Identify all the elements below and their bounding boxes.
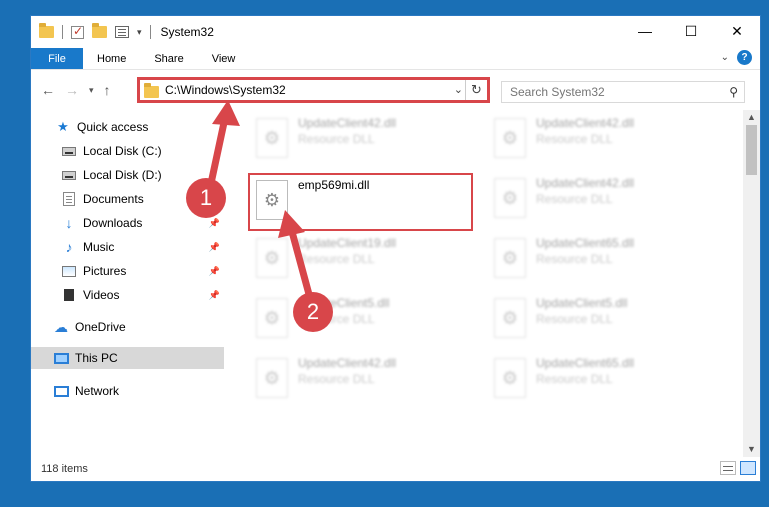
maximize-button[interactable]: ☐ [668, 16, 714, 46]
pc-icon [53, 351, 69, 365]
address-dropdown-icon[interactable]: ⌄ [454, 83, 463, 96]
window-controls: — ☐ ✕ [622, 16, 760, 46]
tab-view[interactable]: View [198, 48, 250, 69]
sidebar-item-music[interactable]: ♪ Music 📌 [61, 236, 224, 258]
list-item[interactable]: ⚙ UpdateClient19.dll Resource DLL [250, 234, 480, 282]
sidebar-item-videos[interactable]: Videos 📌 [61, 284, 224, 306]
window-title: System32 [160, 25, 214, 39]
list-item[interactable]: ⚙ UpdateClient5.dll Resource DLL [250, 294, 480, 342]
dll-file-icon: ⚙ [256, 238, 288, 278]
pin-icon[interactable]: 📌 [209, 290, 220, 301]
address-path[interactable]: C:\Windows\System32 [165, 83, 286, 97]
minimize-button[interactable]: — [622, 16, 668, 46]
list-item[interactable]: ⚙ UpdateClient42.dll Resource DLL [250, 114, 480, 162]
status-bar: 118 items [31, 457, 760, 481]
list-item[interactable]: ⚙ UpdateClient65.dll Resource DLL [488, 234, 718, 282]
divider [149, 25, 151, 39]
recent-locations-icon[interactable]: ▾ [89, 85, 94, 96]
file-list: ⚙ UpdateClient42.dll Resource DLL ⚙ Upda… [224, 110, 760, 457]
folder-icon [39, 23, 54, 38]
dll-file-icon: ⚙ [256, 358, 288, 398]
sidebar-item-this-pc[interactable]: This PC [31, 347, 224, 369]
search-icon[interactable]: ⚲ [729, 85, 738, 99]
list-item[interactable]: ⚙ UpdateClient42.dll Resource DLL [250, 354, 480, 402]
help-icon[interactable]: ? [737, 50, 752, 65]
scroll-down-icon[interactable]: ▼ [743, 442, 760, 457]
tab-share[interactable]: Share [140, 48, 197, 69]
list-item[interactable]: ⚙ UpdateClient5.dll Resource DLL [488, 294, 718, 342]
file-highlight-box [248, 173, 473, 231]
dll-file-icon: ⚙ [256, 118, 288, 158]
scroll-thumb[interactable] [746, 125, 757, 175]
navigation-bar: ← → ▾ ↑ C:\Windows\System32 ⌄ ↻ ⚲ [31, 70, 760, 110]
view-switcher [720, 461, 756, 475]
list-item[interactable]: ⚙ UpdateClient42.dll Resource DLL [488, 174, 718, 222]
dll-file-icon: ⚙ [494, 298, 526, 338]
main-body: ★ Quick access Local Disk (C:) Local Dis… [31, 110, 760, 457]
folder-icon [144, 82, 159, 98]
disk-icon [61, 168, 77, 182]
title-bar: ▾ System32 — ☐ ✕ [31, 16, 760, 48]
quick-access-toolbar: ▾ [39, 23, 151, 39]
cloud-icon: ☁ [54, 318, 68, 335]
scroll-up-icon[interactable]: ▲ [743, 110, 760, 125]
new-folder-icon[interactable] [92, 23, 107, 38]
dll-file-icon: ⚙ [494, 178, 526, 218]
disk-icon [61, 144, 77, 158]
ribbon-right: ⌄ ? [721, 50, 752, 65]
sidebar-item-pictures[interactable]: Pictures 📌 [61, 260, 224, 282]
step-2-badge: 2 [293, 292, 333, 332]
pin-icon[interactable]: 📌 [209, 242, 220, 253]
up-arrow-icon[interactable]: ↑ [104, 82, 111, 98]
tab-file[interactable]: File [31, 48, 83, 69]
music-icon: ♪ [65, 239, 73, 255]
customize-toolbar-icon[interactable] [115, 26, 129, 38]
dll-file-icon: ⚙ [256, 298, 288, 338]
sidebar-item-network[interactable]: Network [53, 380, 224, 402]
close-button[interactable]: ✕ [714, 16, 760, 46]
expand-ribbon-icon[interactable]: ⌄ [721, 52, 729, 63]
properties-check-icon[interactable] [71, 24, 84, 39]
search-box[interactable]: ⚲ [501, 81, 745, 103]
videos-icon [61, 288, 77, 302]
refresh-icon[interactable]: ↻ [465, 80, 487, 100]
details-view-icon[interactable] [720, 461, 736, 475]
dll-file-icon: ⚙ [494, 238, 526, 278]
pin-icon[interactable]: 📌 [209, 218, 220, 229]
star-icon: ★ [57, 119, 69, 134]
forward-arrow-icon[interactable]: → [65, 82, 79, 98]
explorer-window: ▾ System32 — ☐ ✕ File Home Share View ⌄ … [30, 15, 761, 482]
network-icon [53, 384, 69, 398]
chevron-down-icon[interactable]: ▾ [137, 27, 142, 38]
dll-file-icon: ⚙ [494, 358, 526, 398]
dll-file-icon: ⚙ [494, 118, 526, 158]
vertical-scrollbar[interactable]: ▲ ▼ [743, 110, 760, 457]
step-1-badge: 1 [186, 178, 226, 218]
pictures-icon [61, 264, 77, 278]
sidebar-item-quick-access[interactable]: ★ Quick access [55, 116, 224, 138]
navigation-pane: ★ Quick access Local Disk (C:) Local Dis… [31, 110, 224, 457]
ribbon: File Home Share View ⌄ ? [31, 48, 760, 70]
sidebar-item-local-disk-c[interactable]: Local Disk (C:) [61, 140, 224, 162]
search-input[interactable] [510, 85, 710, 99]
sidebar-item-onedrive[interactable]: ☁ OneDrive [53, 316, 224, 338]
divider [62, 25, 63, 39]
list-item[interactable]: ⚙ UpdateClient42.dll Resource DLL [488, 114, 718, 162]
pin-icon[interactable]: 📌 [209, 266, 220, 277]
address-bar[interactable]: C:\Windows\System32 ⌄ ↻ [137, 77, 490, 103]
large-icons-view-icon[interactable] [740, 461, 756, 475]
list-item[interactable]: ⚙ UpdateClient65.dll Resource DLL [488, 354, 718, 402]
download-icon: ↓ [65, 215, 73, 231]
tab-home[interactable]: Home [83, 48, 140, 69]
item-count: 118 items [41, 463, 88, 475]
documents-icon [61, 192, 77, 206]
back-arrow-icon[interactable]: ← [41, 82, 55, 98]
